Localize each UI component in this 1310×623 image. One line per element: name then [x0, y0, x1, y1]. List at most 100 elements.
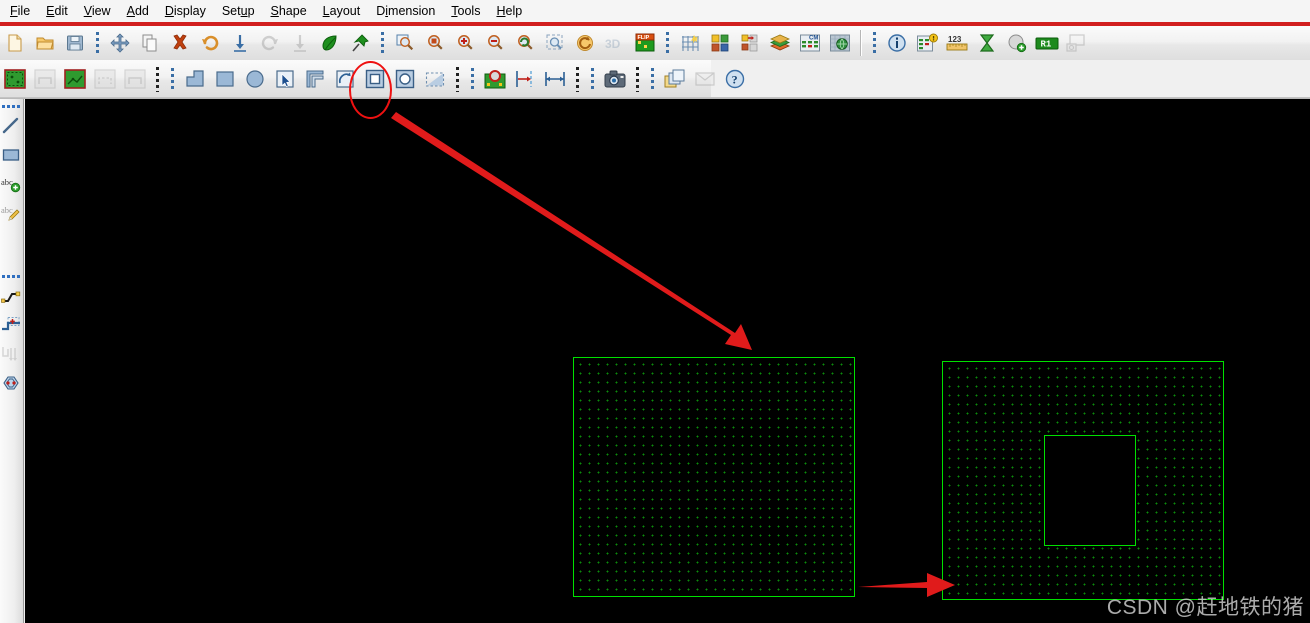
sidebar-group-drawing: abc abc — [0, 99, 23, 227]
add-text-icon[interactable]: abc — [0, 169, 22, 198]
menu-item-display[interactable]: Display — [157, 1, 214, 21]
menu-item-tools[interactable]: Tools — [443, 1, 488, 21]
hourglass-icon[interactable] — [972, 29, 1002, 57]
shape-select-icon[interactable] — [270, 65, 300, 93]
mail-icon[interactable] — [690, 65, 720, 93]
shape-void-rect-icon[interactable] — [360, 65, 390, 93]
shape-void-poly-icon[interactable] — [420, 65, 450, 93]
board-info-icon[interactable] — [912, 29, 942, 57]
sidebar-drag-handle[interactable] — [0, 102, 22, 111]
undo-icon[interactable] — [195, 29, 225, 57]
menu-mnemonic-e: E — [46, 4, 55, 18]
grid-toggle-icon[interactable] — [675, 29, 705, 57]
toolbar-separator — [573, 66, 582, 92]
svg-text:abc: abc — [1, 205, 13, 215]
toolbar-separator — [453, 66, 462, 92]
toolbar-separator — [860, 30, 862, 56]
menu-item-view[interactable]: View — [76, 1, 119, 21]
svg-text:CM: CM — [809, 35, 818, 41]
redo-icon[interactable] — [255, 29, 285, 57]
zoom-window-icon[interactable] — [420, 29, 450, 57]
add-circle-icon[interactable] — [1002, 29, 1032, 57]
shape-rect-icon[interactable] — [210, 65, 240, 93]
board-dashed-icon[interactable] — [90, 65, 120, 93]
dim-linear-icon[interactable] — [510, 65, 540, 93]
menu-item-file[interactable]: File — [2, 1, 38, 21]
leaf-icon[interactable] — [315, 29, 345, 57]
zoom-previous-icon[interactable] — [510, 29, 540, 57]
solid-shape[interactable] — [573, 357, 855, 597]
camera-icon[interactable] — [600, 65, 630, 93]
toolbar-separator — [663, 30, 672, 56]
menu-item-edit[interactable]: Edit — [38, 1, 76, 21]
board-drc-icon[interactable] — [480, 65, 510, 93]
save-icon[interactable] — [60, 29, 90, 57]
r1-ref-icon[interactable]: R1 — [1032, 29, 1062, 57]
main-toolbar: 3D FLIP CM 123 R1 — [0, 26, 1310, 60]
windows-cascade-icon[interactable] — [660, 65, 690, 93]
via-pattern-icon[interactable] — [0, 368, 22, 397]
board-route-icon[interactable] — [60, 65, 90, 93]
info-icon[interactable] — [882, 29, 912, 57]
toolbar-separator — [378, 30, 387, 56]
dim-distance-icon[interactable] — [540, 65, 570, 93]
menu-item-shape[interactable]: Shape — [263, 1, 315, 21]
delete-icon[interactable] — [165, 29, 195, 57]
layers-icon[interactable] — [765, 29, 795, 57]
refresh-icon[interactable] — [570, 29, 600, 57]
globe-board-icon[interactable] — [825, 29, 855, 57]
color-visibility-icon[interactable] — [705, 29, 735, 57]
sidebar-divider — [0, 227, 23, 269]
line-tool-icon[interactable] — [0, 111, 22, 140]
board-plain-icon[interactable] — [120, 65, 150, 93]
menu-item-setup[interactable]: Setup — [214, 1, 263, 21]
copy-icon[interactable] — [135, 29, 165, 57]
open-folder-icon[interactable] — [30, 29, 60, 57]
watermark-text: CSDN @赶地铁的猪 — [1106, 596, 1304, 619]
zoom-fit-icon[interactable] — [390, 29, 420, 57]
route-connect-icon[interactable] — [0, 281, 22, 310]
constraint-manager-icon[interactable]: CM — [795, 29, 825, 57]
sidebar-drag-handle-2[interactable] — [0, 272, 22, 281]
shape-circle-icon[interactable] — [240, 65, 270, 93]
shape-void-hole[interactable] — [1044, 435, 1136, 546]
shape-void-circle-icon[interactable] — [390, 65, 420, 93]
pin-icon[interactable] — [345, 29, 375, 57]
zoom-in-icon[interactable] — [450, 29, 480, 57]
toolbar-separator — [468, 66, 477, 92]
zoom-out-icon[interactable] — [480, 29, 510, 57]
toolbar-separator — [633, 66, 642, 92]
board-outline-icon[interactable] — [30, 65, 60, 93]
shape-compose-icon[interactable] — [300, 65, 330, 93]
menu-item-help[interactable]: Help — [488, 1, 530, 21]
screen-capture-icon[interactable] — [1062, 29, 1092, 57]
toolbar-filler — [710, 60, 1310, 98]
voided-shape[interactable] — [942, 361, 1224, 600]
move-layer-icon[interactable] — [735, 29, 765, 57]
menu-mnemonic-d: D — [164, 4, 174, 18]
edit-text-icon[interactable]: abc — [0, 198, 22, 227]
custom-smooth-icon[interactable] — [0, 339, 22, 368]
toolbar-separator — [588, 66, 597, 92]
menu-item-dimension[interactable]: Dimension — [368, 1, 443, 21]
help-icon[interactable]: ? — [720, 65, 750, 93]
download-icon[interactable] — [225, 29, 255, 57]
menu-mnemonic-s: S — [270, 4, 279, 18]
shape-arc-icon[interactable] — [330, 65, 360, 93]
zoom-selection-icon[interactable] — [540, 29, 570, 57]
flip-board-icon[interactable]: FLIP — [630, 29, 660, 57]
slide-route-icon[interactable] — [0, 310, 22, 339]
shape-toolbar: ? — [0, 60, 745, 98]
board-green-icon[interactable] — [0, 65, 30, 93]
view-3d-icon[interactable]: 3D — [600, 29, 630, 57]
measure-ruler-icon[interactable]: 123 — [942, 29, 972, 57]
new-file-icon[interactable] — [0, 29, 30, 57]
menu-bar: File Edit View Add Display Setup Shape L… — [0, 0, 1310, 22]
menu-item-add[interactable]: Add — [119, 1, 157, 21]
design-canvas[interactable]: CSDN @赶地铁的猪 — [25, 99, 1310, 623]
upload-icon[interactable] — [285, 29, 315, 57]
rectangle-tool-icon[interactable] — [0, 140, 22, 169]
shape-polygon-icon[interactable] — [180, 65, 210, 93]
move-icon[interactable] — [105, 29, 135, 57]
menu-item-layout[interactable]: Layout — [315, 1, 369, 21]
